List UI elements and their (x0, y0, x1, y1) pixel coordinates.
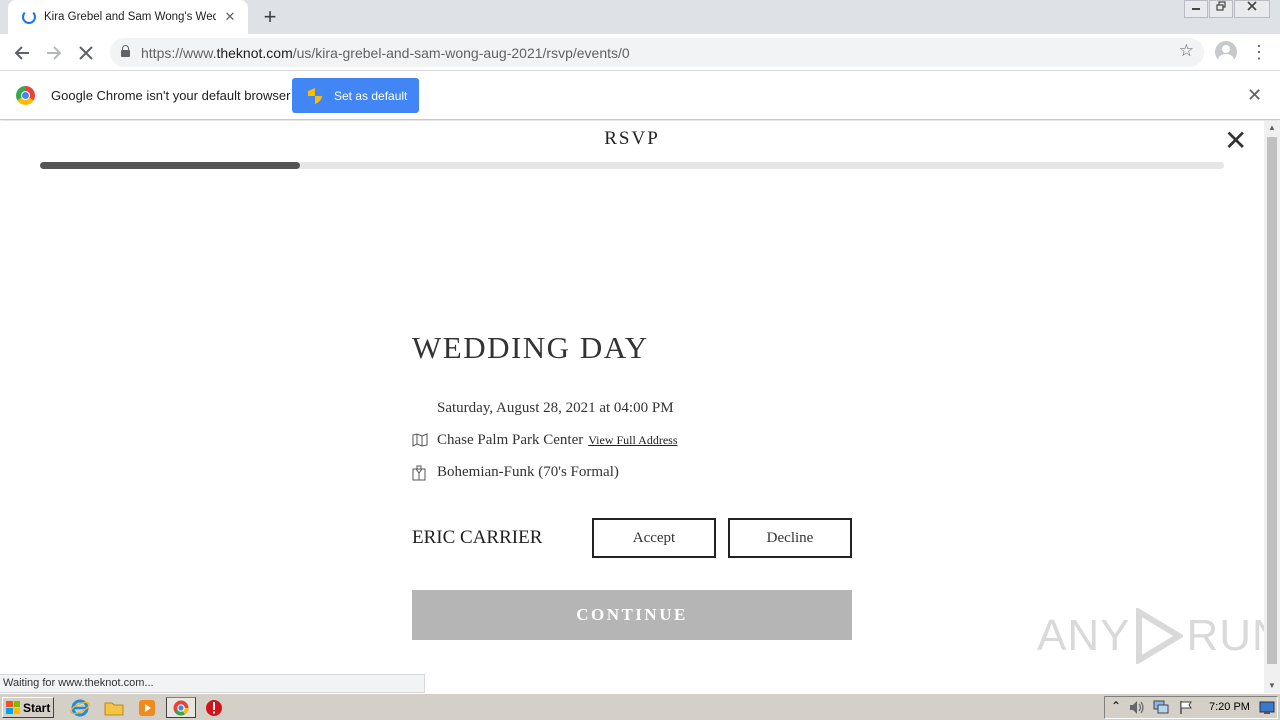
loading-spinner-icon (22, 10, 36, 24)
stop-loading-button[interactable] (73, 40, 99, 66)
media-player-icon[interactable] (137, 698, 157, 718)
event-date-row: Saturday, August 28, 2021 at 04:00 PM (412, 400, 674, 417)
restore-window-button[interactable] (1209, 0, 1233, 18)
event-attire-row: Bohemian-Funk (70's Formal) (412, 464, 619, 481)
bookmark-star-icon[interactable]: ☆ (1179, 41, 1194, 61)
scroll-up-icon[interactable]: ▲ (1264, 121, 1280, 135)
event-date-time: Saturday, August 28, 2021 at 04:00 PM (437, 400, 674, 416)
chrome-menu-icon[interactable]: ⋮ (1250, 42, 1268, 64)
tray-expand-icon[interactable]: ⌃ (1111, 699, 1121, 713)
windows-logo-icon (6, 701, 20, 714)
uac-shield-icon (308, 87, 322, 104)
event-attire: Bohemian-Funk (70's Formal) (437, 464, 619, 480)
new-tab-button[interactable]: + (258, 4, 282, 30)
internet-explorer-icon[interactable] (70, 698, 90, 718)
action-center-flag-icon[interactable] (1179, 700, 1193, 720)
forward-button[interactable] (41, 40, 67, 66)
minimize-icon (1192, 8, 1200, 10)
rsvp-progress-fill (40, 162, 301, 169)
stop-icon (79, 46, 93, 60)
play-logo-icon (1133, 606, 1186, 666)
view-full-address-link[interactable]: View Full Address (588, 433, 677, 448)
status-bar: Waiting for www.theknot.com... (0, 674, 425, 693)
accept-button[interactable]: Accept (592, 518, 716, 558)
attire-icon (412, 465, 428, 481)
browser-toolbar: https://www.theknot.com/us/kira-grebel-a… (0, 34, 1280, 71)
scroll-down-icon[interactable]: ▼ (1264, 679, 1280, 693)
restore-icon (1216, 1, 1226, 11)
continue-button[interactable]: CONTINUE (412, 590, 852, 640)
show-desktop-icon[interactable] (1259, 701, 1275, 720)
rsvp-page: RSVP ✕ WEDDING DAY Saturday, August 28, … (0, 121, 1264, 693)
volume-icon[interactable] (1129, 700, 1145, 720)
windows-taskbar: Start ⌃ 7:20 PM (0, 693, 1280, 720)
rsvp-progress-bar (40, 162, 1224, 169)
start-label: Start (23, 700, 51, 715)
tab-strip: Kira Grebel and Sam Wong's Wedding ✕ + (0, 0, 1280, 34)
scrollbar-thumb[interactable] (1267, 137, 1277, 664)
browser-tab[interactable]: Kira Grebel and Sam Wong's Wedding ✕ (8, 0, 248, 34)
network-icon[interactable] (1153, 700, 1169, 720)
tab-title: Kira Grebel and Sam Wong's Wedding (44, 11, 216, 23)
start-button[interactable]: Start (2, 697, 54, 718)
chrome-taskbar-icon (173, 700, 189, 716)
event-venue: Chase Palm Park Center (437, 432, 584, 448)
address-bar[interactable]: https://www.theknot.com/us/kira-grebel-a… (110, 38, 1204, 67)
stop-sign-icon[interactable] (204, 698, 224, 718)
minimize-window-button[interactable] (1184, 0, 1208, 18)
default-browser-infobar: Google Chrome isn't your default browser… (0, 71, 1280, 120)
calendar-icon (412, 401, 428, 417)
chrome-taskbar-button[interactable] (166, 697, 196, 718)
guest-name: ERIC CARRIER (412, 527, 543, 548)
infobar-close-icon[interactable]: ✕ (1247, 85, 1262, 106)
close-rsvp-icon[interactable]: ✕ (1224, 127, 1247, 155)
file-explorer-icon[interactable] (104, 698, 124, 718)
arrow-left-icon (14, 46, 29, 60)
rsvp-header: RSVP (604, 128, 660, 149)
event-title: WEDDING DAY (412, 330, 649, 365)
url-text[interactable]: https://www.theknot.com/us/kira-grebel-a… (141, 45, 630, 61)
watermark-right: RUN (1186, 611, 1264, 660)
taskbar-clock: 7:20 PM (1209, 701, 1250, 713)
arrow-right-icon (47, 46, 62, 60)
watermark-left: ANY (1037, 611, 1131, 660)
lock-icon (121, 45, 130, 57)
map-icon (412, 432, 428, 449)
anyrun-watermark: ANY RUN (1037, 606, 1264, 666)
system-tray: ⌃ 7:20 PM (1104, 696, 1278, 719)
profile-avatar-icon[interactable] (1215, 41, 1237, 63)
tab-close-icon[interactable]: ✕ (222, 9, 238, 25)
set-as-default-button[interactable]: Set as default (292, 78, 419, 113)
infobar-message: Google Chrome isn't your default browser (51, 88, 291, 103)
page-scrollbar[interactable]: ▲ ▼ (1264, 121, 1280, 693)
event-location-row: Chase Palm Park Center View Full Address (412, 432, 678, 449)
back-button[interactable] (9, 40, 35, 66)
close-icon (1247, 1, 1257, 11)
set-as-default-label: Set as default (334, 88, 408, 103)
decline-button[interactable]: Decline (728, 518, 852, 558)
chrome-logo-icon (16, 86, 35, 105)
close-window-button[interactable] (1234, 0, 1270, 18)
